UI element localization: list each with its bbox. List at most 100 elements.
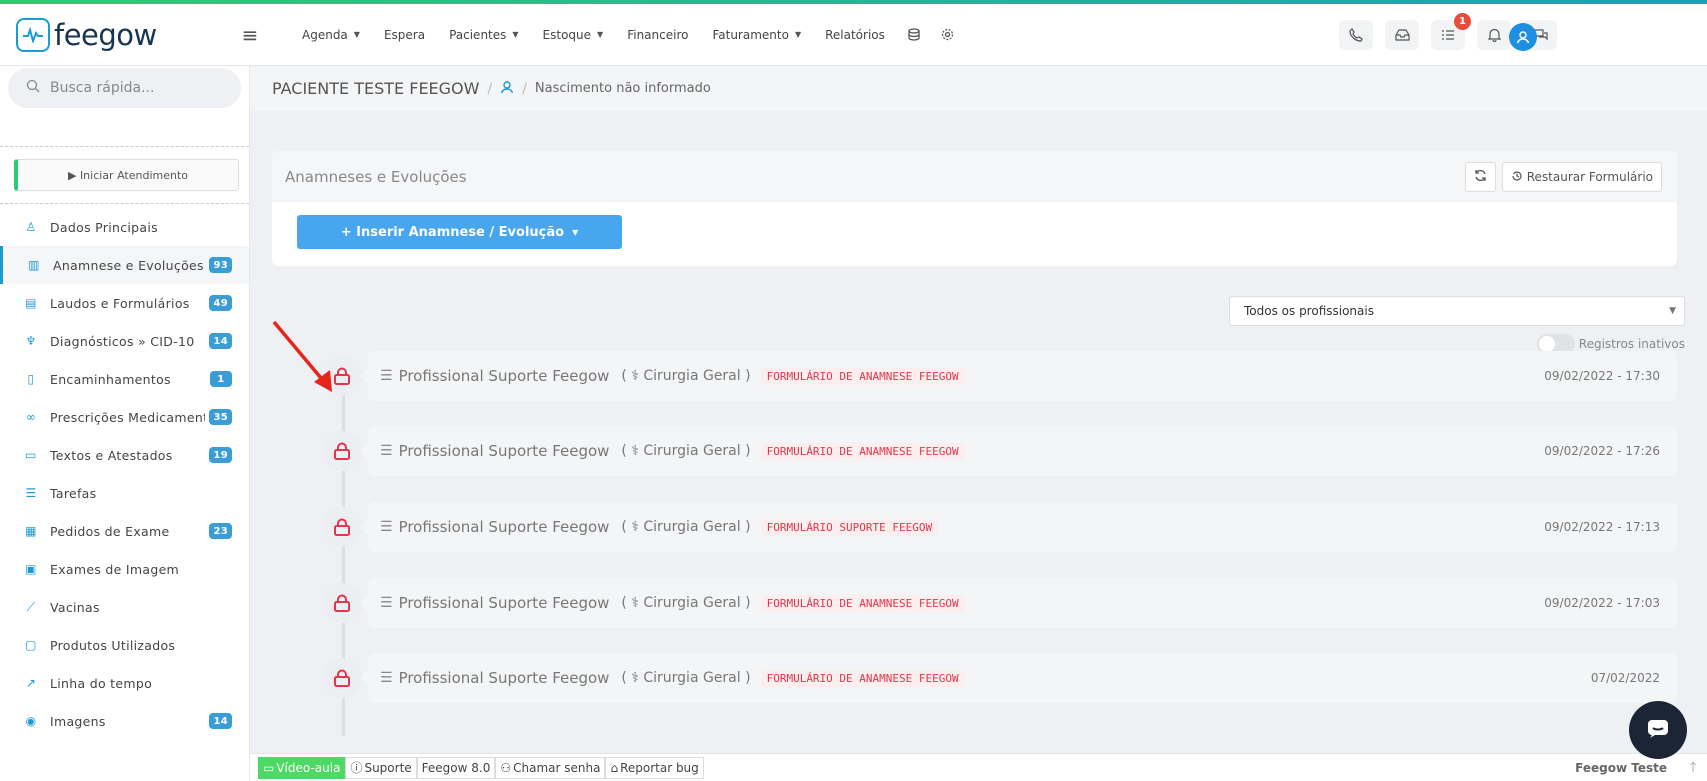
- sidebar-menu: ♙ Dados Principais ▥ Anamnese e Evoluções 93…: [0, 208, 249, 740]
- entry-form-badge[interactable]: FORMULÁRIO SUPORTE FEEGOW: [760, 518, 939, 536]
- video-class-label: Vídeo-aula: [276, 760, 341, 775]
- count-badge: 19: [209, 447, 232, 463]
- entry-card[interactable]: ☰ Profissional Suporte Feegow ( ⚕ Cirurgia…: [360, 426, 1677, 476]
- sidebar-item-label: Linha do tempo: [50, 675, 153, 691]
- sidebar-item-vacinas[interactable]: ⟋ Vacinas: [0, 588, 249, 626]
- birth-info: Nascimento não informado: [534, 81, 711, 96]
- list-menu-icon[interactable]: ☰: [380, 670, 393, 686]
- sidebar-item-imagens[interactable]: ◉ Imagens 14: [0, 702, 249, 740]
- menu-relatorios[interactable]: Relatórios: [813, 28, 897, 42]
- timeline-icon: ↗: [25, 676, 37, 690]
- menu-faturamento[interactable]: Faturamento ▼: [700, 28, 813, 42]
- video-class-button[interactable]: ▭ Vídeo-aula: [258, 756, 346, 779]
- menu-financeiro[interactable]: Financeiro: [615, 28, 700, 42]
- entry-card[interactable]: ☰ Profissional Suporte Feegow ( ⚕ Cirurgia…: [360, 578, 1677, 628]
- lock-icon[interactable]: [322, 583, 362, 623]
- hamburger-menu-icon[interactable]: ≡: [210, 23, 290, 47]
- list-menu-icon[interactable]: ☰: [380, 595, 393, 611]
- card-title: Anamneses e Evoluções: [285, 167, 467, 186]
- entry-card[interactable]: ☰ Profissional Suporte Feegow ( ⚕ Cirurgia…: [360, 653, 1677, 703]
- tasks-list-icon[interactable]: 1: [1431, 13, 1471, 50]
- sidebar-item-label: Textos e Atestados: [50, 447, 173, 463]
- sidebar-item-prescri-es-medicamentosas[interactable]: ∞ Prescrições Medicamentosas35: [0, 398, 249, 436]
- entry-form-badge[interactable]: FORMULÁRIO DE ANAMNESE FEEGOW: [760, 594, 965, 612]
- breadcrumb-separator: /: [522, 80, 527, 97]
- sidebar-item-tarefas[interactable]: ☰ Tarefas: [0, 474, 249, 512]
- caret-down-icon: ▼: [353, 30, 360, 39]
- clipboard-icon: ▤: [25, 296, 37, 310]
- sidebar-item-dados-principais[interactable]: ♙ Dados Principais: [0, 208, 249, 246]
- entry-form-badge[interactable]: FORMULÁRIO DE ANAMNESE FEEGOW: [760, 442, 965, 460]
- history-icon: [1511, 170, 1523, 185]
- user-icon[interactable]: [500, 79, 514, 98]
- report-bug-button[interactable]: ⌂ Reportar bug: [605, 756, 704, 779]
- sidebar-item-encaminhamentos[interactable]: ▯ Encaminhamentos 1: [0, 360, 249, 398]
- restore-form-button[interactable]: Restaurar Formulário: [1501, 162, 1662, 192]
- lock-icon[interactable]: [322, 507, 362, 547]
- call-ticket-button[interactable]: ⚇ Chamar senha: [495, 756, 606, 779]
- list-menu-icon[interactable]: ☰: [380, 368, 393, 384]
- footer-bar: ▭ Vídeo-aula ⓘ Suporte Feegow 8.0 ⚇ Cham…: [250, 753, 1707, 781]
- menu-agenda[interactable]: Agenda ▼: [290, 28, 372, 42]
- entry-date: 07/02/2022: [1590, 671, 1660, 685]
- entry-professional: Profissional Suporte Feegow: [398, 669, 610, 687]
- count-badge: 23: [209, 523, 232, 539]
- patient-name[interactable]: PACIENTE TESTE FEEGOW: [272, 79, 479, 98]
- restore-form-label: Restaurar Formulário: [1526, 170, 1653, 184]
- sidebar-item-diagn-sticos-cid-10[interactable]: ♆ Diagnósticos » CID-10 14: [0, 322, 249, 360]
- entry-date: 09/02/2022 - 17:30: [1544, 369, 1660, 383]
- sidebar-item-pedidos-de-exame[interactable]: ▦ Pedidos de Exame 23: [0, 512, 249, 550]
- professional-select[interactable]: Todos os profissionais ▼: [1229, 296, 1685, 326]
- sidebar-item-exames-de-imagem[interactable]: ▣ Exames de Imagem: [0, 550, 249, 588]
- refresh-button[interactable]: [1464, 162, 1496, 192]
- phone-icon[interactable]: [1339, 20, 1373, 50]
- caret-down-icon: ▼: [572, 227, 579, 237]
- sidebar-item-label: Pedidos de Exame: [50, 523, 170, 539]
- gear-icon[interactable]: [937, 24, 959, 46]
- brand-logo[interactable]: feegow: [0, 17, 170, 52]
- version-label: Feegow 8.0: [416, 756, 496, 779]
- entry-card[interactable]: ☰ Profissional Suporte Feegow ( ⚕ Cirurgia…: [360, 351, 1677, 401]
- chat-widget-button[interactable]: [1629, 701, 1687, 759]
- inbox-icon[interactable]: [1385, 20, 1419, 50]
- sidebar-item-anamnese-e-evolu-es[interactable]: ▥ Anamnese e Evoluções 93: [0, 246, 249, 284]
- menu-pacientes[interactable]: Pacientes ▼: [437, 28, 530, 42]
- red-arrow-annotation: [272, 320, 332, 392]
- inactive-records-label: Registros inativos: [1578, 337, 1685, 351]
- entry-form-badge[interactable]: FORMULÁRIO DE ANAMNESE FEEGOW: [760, 669, 965, 687]
- timeline-entry[interactable]: ☰ Profissional Suporte Feegow ( ⚕ Cirurgia…: [310, 578, 1677, 628]
- entry-form-badge[interactable]: FORMULÁRIO DE ANAMNESE FEEGOW: [760, 367, 965, 385]
- lock-icon[interactable]: [322, 431, 362, 471]
- entry-card[interactable]: ☰ Profissional Suporte Feegow ( ⚕ Cirurgia…: [360, 502, 1677, 552]
- sidebar-item-linha-do-tempo[interactable]: ↗ Linha do tempo: [0, 664, 249, 702]
- count-badge: 14: [209, 333, 232, 349]
- bell-icon[interactable]: [1477, 20, 1511, 50]
- database-icon[interactable]: [903, 24, 925, 46]
- list-menu-icon[interactable]: ☰: [380, 443, 393, 459]
- start-attendance-button[interactable]: ▶ Iniciar Atendimento: [14, 159, 239, 191]
- search-input[interactable]: Busca rápida...: [8, 68, 241, 108]
- bug-icon: ⌂: [610, 760, 619, 775]
- timeline-entry[interactable]: ☰ Profissional Suporte Feegow ( ⚕ Cirurgia…: [310, 653, 1677, 703]
- support-button[interactable]: ⓘ Suporte: [345, 756, 417, 779]
- sidebar-item-produtos-utilizados[interactable]: ▢ Produtos Utilizados: [0, 626, 249, 664]
- menu-espera[interactable]: Espera: [372, 28, 437, 42]
- lock-icon[interactable]: [322, 658, 362, 698]
- insert-anamnesis-button[interactable]: + Inserir Anamnese / Evolução ▼: [297, 215, 622, 249]
- list-menu-icon[interactable]: ☰: [380, 519, 393, 535]
- count-badge: 35: [209, 409, 232, 425]
- search-placeholder: Busca rápida...: [50, 80, 155, 96]
- timeline-entry[interactable]: ☰ Profissional Suporte Feegow ( ⚕ Cirurgia…: [310, 351, 1677, 401]
- sidebar-item-laudos-e-formul-rios[interactable]: ▤ Laudos e Formulários 49: [0, 284, 249, 322]
- entry-professional: Profissional Suporte Feegow: [398, 442, 610, 460]
- timeline-entry[interactable]: ☰ Profissional Suporte Feegow ( ⚕ Cirurgia…: [310, 426, 1677, 476]
- breadcrumb-separator: /: [487, 80, 493, 97]
- menu-estoque[interactable]: Estoque ▼: [531, 28, 616, 42]
- card-tools: Restaurar Formulário: [1464, 162, 1662, 192]
- user-avatar-icon[interactable]: [1509, 23, 1537, 51]
- sidebar-item-textos-e-atestados[interactable]: ▭ Textos e Atestados 19: [0, 436, 249, 474]
- count-badge: 14: [209, 713, 232, 729]
- divider: [0, 146, 249, 147]
- arrow-up-icon[interactable]: ↑: [1687, 760, 1699, 776]
- timeline-entry[interactable]: ☰ Profissional Suporte Feegow ( ⚕ Cirurgia…: [310, 502, 1677, 552]
